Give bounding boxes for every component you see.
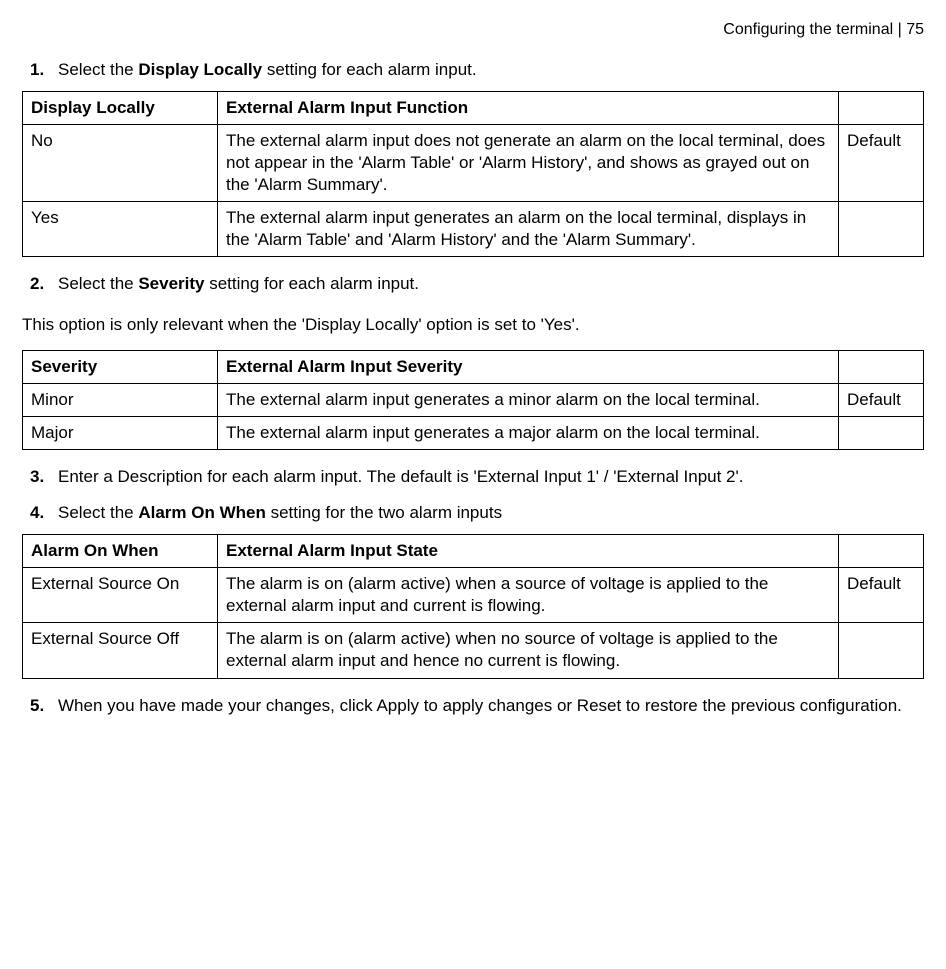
step-2-num: 2. bbox=[30, 273, 58, 295]
table-cell: The external alarm input generates a min… bbox=[218, 383, 839, 416]
table-cell: Default bbox=[839, 568, 924, 623]
table-cell: The external alarm input generates an al… bbox=[218, 202, 839, 257]
table-cell: No bbox=[23, 124, 218, 201]
table-cell: The alarm is on (alarm active) when no s… bbox=[218, 623, 839, 678]
table-row: No The external alarm input does not gen… bbox=[23, 124, 924, 201]
table-row: External Source Off The alarm is on (ala… bbox=[23, 623, 924, 678]
table-header-cell bbox=[839, 350, 924, 383]
table-header-cell: External Alarm Input State bbox=[218, 535, 839, 568]
step-2-suffix: setting for each alarm input. bbox=[205, 274, 420, 293]
step-3: 3. Enter a Description for each alarm in… bbox=[30, 466, 924, 488]
step-2-text: Select the Severity setting for each ala… bbox=[58, 273, 924, 295]
table-header-cell: External Alarm Input Function bbox=[218, 91, 839, 124]
step-4-bold: Alarm On When bbox=[138, 503, 266, 522]
table-row: External Source On The alarm is on (alar… bbox=[23, 568, 924, 623]
table-cell: Yes bbox=[23, 202, 218, 257]
step-5: 5. When you have made your changes, clic… bbox=[30, 695, 924, 717]
table-cell: External Source Off bbox=[23, 623, 218, 678]
step-1: 1. Select the Display Locally setting fo… bbox=[30, 59, 924, 81]
step-4-prefix: Select the bbox=[58, 503, 138, 522]
step-3-num: 3. bbox=[30, 466, 58, 488]
table-row: Minor The external alarm input generates… bbox=[23, 383, 924, 416]
table-row: Major The external alarm input generates… bbox=[23, 416, 924, 449]
table-header-cell: Severity bbox=[23, 350, 218, 383]
step-5-text: When you have made your changes, click A… bbox=[58, 695, 924, 717]
step-2: 2. Select the Severity setting for each … bbox=[30, 273, 924, 295]
table-alarm-on-when: Alarm On When External Alarm Input State… bbox=[22, 534, 924, 678]
table-row: Severity External Alarm Input Severity bbox=[23, 350, 924, 383]
step-3-text: Enter a Description for each alarm input… bbox=[58, 466, 924, 488]
table-row: Display Locally External Alarm Input Fun… bbox=[23, 91, 924, 124]
step-1-text: Select the Display Locally setting for e… bbox=[58, 59, 924, 81]
table-cell: The external alarm input does not genera… bbox=[218, 124, 839, 201]
table-cell: Default bbox=[839, 124, 924, 201]
table-header-cell: Display Locally bbox=[23, 91, 218, 124]
table-cell bbox=[839, 623, 924, 678]
table-cell: The external alarm input generates a maj… bbox=[218, 416, 839, 449]
table-cell bbox=[839, 416, 924, 449]
table-cell: External Source On bbox=[23, 568, 218, 623]
table-severity: Severity External Alarm Input Severity M… bbox=[22, 350, 924, 450]
step-4-num: 4. bbox=[30, 502, 58, 524]
step-2-bold: Severity bbox=[138, 274, 204, 293]
table-row: Yes The external alarm input generates a… bbox=[23, 202, 924, 257]
table-cell: Major bbox=[23, 416, 218, 449]
step-1-bold: Display Locally bbox=[138, 60, 262, 79]
page-header: Configuring the terminal | 75 bbox=[22, 20, 924, 41]
step-5-num: 5. bbox=[30, 695, 58, 717]
table-header-cell: Alarm On When bbox=[23, 535, 218, 568]
table-cell bbox=[839, 202, 924, 257]
table-header-cell: External Alarm Input Severity bbox=[218, 350, 839, 383]
step-4: 4. Select the Alarm On When setting for … bbox=[30, 502, 924, 524]
table-display-locally: Display Locally External Alarm Input Fun… bbox=[22, 91, 924, 258]
table-row: Alarm On When External Alarm Input State bbox=[23, 535, 924, 568]
step-2-prefix: Select the bbox=[58, 274, 138, 293]
note-text: This option is only relevant when the 'D… bbox=[22, 314, 924, 336]
table-cell: Default bbox=[839, 383, 924, 416]
table-cell: The alarm is on (alarm active) when a so… bbox=[218, 568, 839, 623]
step-4-text: Select the Alarm On When setting for the… bbox=[58, 502, 924, 524]
table-header-cell bbox=[839, 91, 924, 124]
step-1-prefix: Select the bbox=[58, 60, 138, 79]
table-header-cell bbox=[839, 535, 924, 568]
step-1-num: 1. bbox=[30, 59, 58, 81]
step-1-suffix: setting for each alarm input. bbox=[262, 60, 477, 79]
step-4-suffix: setting for the two alarm inputs bbox=[266, 503, 502, 522]
table-cell: Minor bbox=[23, 383, 218, 416]
